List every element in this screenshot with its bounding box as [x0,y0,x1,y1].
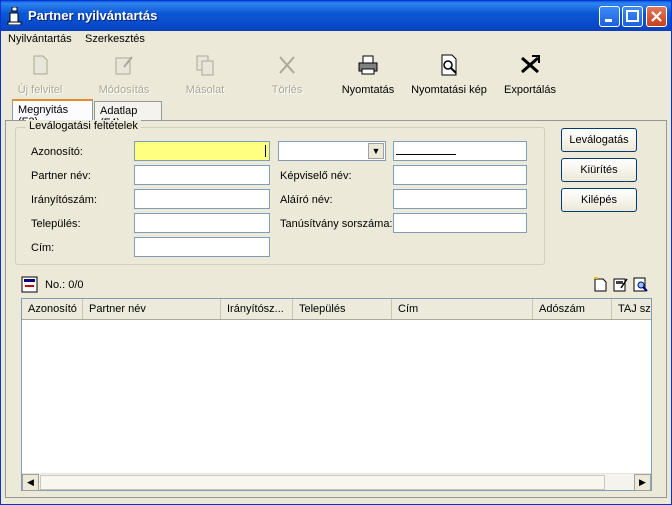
minimize-icon [605,19,612,22]
title-bar[interactable]: Partner nyilvántartás [1,1,671,31]
search-item-icon[interactable] [632,276,649,293]
edit-document-icon [115,56,133,75]
column-header-zip[interactable]: Irányítósz... [221,299,293,319]
copy-button[interactable]: Másolat [177,53,233,97]
toolbar: Új felvitel Módosítás Másolat Törlés Nyo… [1,51,671,97]
operator-select[interactable]: ▼ [278,141,386,161]
scroll-thumb[interactable] [40,475,605,490]
column-header-id[interactable]: Azonosító [22,299,83,319]
text-cursor [265,145,266,157]
chevron-down-icon[interactable]: ▼ [368,143,384,159]
tab-datasheet[interactable]: Adatlap (F4) [94,101,162,129]
new-document-icon [33,55,48,75]
signer-label: Aláíró név: [280,194,333,206]
maximize-icon [626,10,639,22]
partner-name-input[interactable] [134,165,270,185]
export-button[interactable]: Exportálás [501,53,559,97]
filter-group-title: Leválogatási feltételek [26,120,141,132]
column-header-address[interactable]: Cím [392,299,533,319]
new-item-icon[interactable] [592,276,609,293]
new-record-button[interactable]: Új felvitel [11,53,69,97]
id-range-input[interactable] [393,141,527,161]
certificate-input[interactable] [393,213,527,233]
menu-szerkesztes[interactable]: Szerkesztés [85,33,145,45]
representative-label: Képviselő név: [280,170,352,182]
app-info-icon[interactable] [7,7,23,25]
edit-item-icon[interactable] [612,276,629,293]
city-label: Település: [31,218,81,230]
record-count: No.: 0/0 [45,279,84,291]
tab-strip: Megnyitás (F3) Adatlap (F4) [1,99,671,129]
close-button[interactable] [646,6,667,27]
column-header-tax-number[interactable]: Adószám [533,299,612,319]
main-window: Partner nyilvántartás Nyilvántartás Szer… [0,0,672,505]
column-header-partner-name[interactable]: Partner név [83,299,221,319]
menu-bar: Nyilvántartás Szerkesztés [1,31,671,49]
address-label: Cím: [31,242,55,254]
exit-button[interactable]: Kilépés [561,188,637,212]
column-header-taj[interactable]: TAJ sz [612,299,651,319]
column-chooser-icon[interactable] [21,276,38,293]
id-label: Azonosító: [31,146,83,158]
zip-label: Irányítószám: [31,194,98,206]
column-header-city[interactable]: Település [293,299,392,319]
modify-button[interactable]: Módosítás [91,53,157,97]
clear-button[interactable]: Kiürítés [561,158,637,182]
results-grid[interactable]: Azonosító Partner név Irányítósz... Tele… [21,298,652,491]
id-input[interactable] [134,141,270,161]
input-underline [396,154,456,155]
copy-icon [196,55,214,76]
export-icon [521,55,540,74]
filter-button[interactable]: Leválogatás [561,128,637,152]
horizontal-scrollbar[interactable]: ◀ ▶ [22,473,651,491]
city-input[interactable] [134,213,270,233]
partner-name-label: Partner név: [31,170,91,182]
minimize-button[interactable] [599,6,620,27]
delete-button[interactable]: Törlés [263,53,311,97]
signer-input[interactable] [393,189,527,209]
maximize-button[interactable] [622,6,643,27]
print-button[interactable]: Nyomtatás [339,53,397,97]
scroll-right-icon[interactable]: ▶ [634,474,651,491]
delete-x-icon [279,56,295,74]
print-preview-button[interactable]: Nyomtatási kép [409,53,489,97]
close-icon [651,11,662,22]
grid-header: Azonosító Partner név Irányítósz... Tele… [22,299,651,320]
window-title: Partner nyilvántartás [28,8,158,23]
representative-input[interactable] [393,165,527,185]
tab-filter[interactable]: Megnyitás (F3) [12,99,93,128]
print-preview-icon [441,54,457,76]
printer-icon [358,55,378,75]
address-input[interactable] [134,237,270,257]
certificate-label: Tanúsítvány sorszáma: [280,218,393,230]
menu-nyilvantartas[interactable]: Nyilvántartás [8,33,72,45]
zip-input[interactable] [134,189,270,209]
scroll-left-icon[interactable]: ◀ [22,474,39,491]
